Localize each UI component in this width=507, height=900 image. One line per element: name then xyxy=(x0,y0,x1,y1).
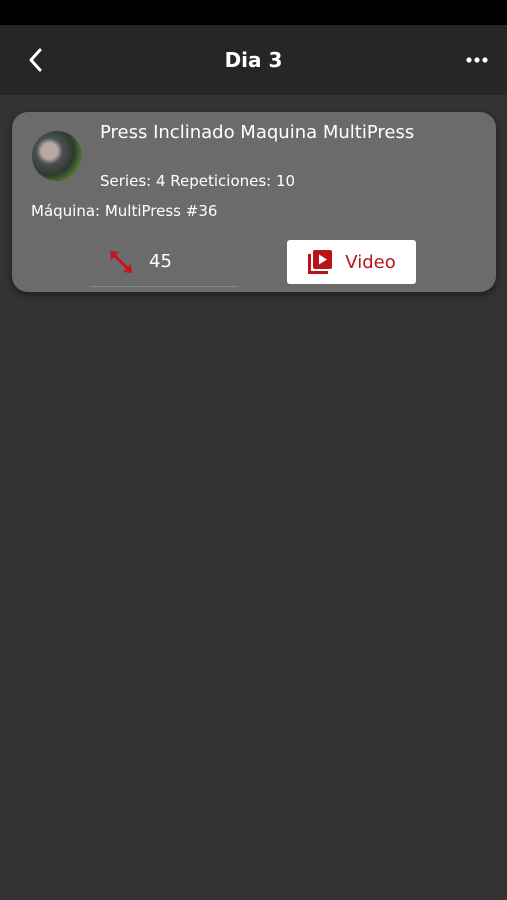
exercise-machine: Máquina: MultiPress #36 xyxy=(31,202,218,220)
more-options-button[interactable] xyxy=(459,45,495,75)
video-button[interactable]: Video xyxy=(287,240,416,284)
exercise-card: Press Inclinado Maquina MultiPress Serie… xyxy=(12,112,496,292)
ellipsis-icon xyxy=(466,57,488,63)
page-title: Dia 3 xyxy=(224,48,283,72)
weight-value: 45 xyxy=(149,251,172,272)
video-library-icon xyxy=(308,250,333,274)
exercise-name: Press Inclinado Maquina MultiPress xyxy=(100,122,415,143)
resize-arrows-icon xyxy=(110,251,132,273)
chevron-left-icon xyxy=(29,48,42,72)
back-button[interactable] xyxy=(18,42,54,78)
exercise-thumbnail[interactable] xyxy=(32,131,82,181)
video-label: Video xyxy=(345,251,396,273)
weight-input[interactable]: 45 xyxy=(91,240,237,287)
exercise-series-reps: Series: 4 Repeticiones: 10 xyxy=(100,172,296,190)
app-header: Dia 3 xyxy=(0,25,507,95)
status-bar xyxy=(0,0,507,25)
